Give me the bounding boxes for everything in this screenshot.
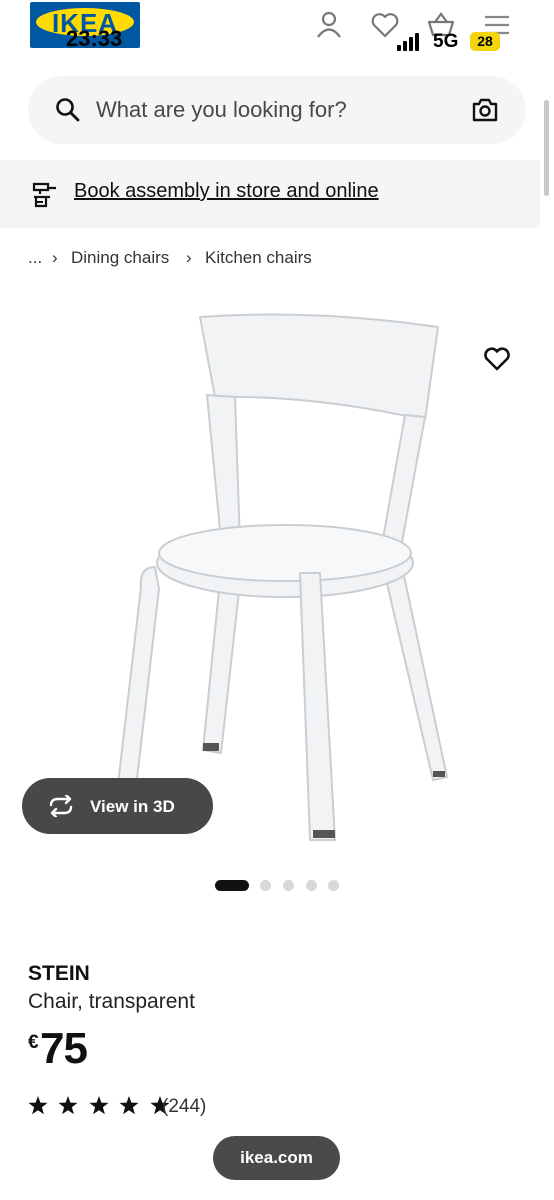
rating-stars[interactable]: [28, 1096, 176, 1120]
breadcrumb-chevron-icon: ›: [52, 248, 58, 267]
star-icon: [58, 1096, 78, 1115]
status-time: 23:33: [66, 26, 123, 51]
heart-icon[interactable]: [370, 10, 400, 40]
price-currency: €: [28, 1032, 39, 1053]
carousel-dot-3[interactable]: [283, 880, 294, 891]
signal-icon: [397, 33, 421, 51]
view-in-3d-label: View in 3D: [90, 797, 175, 816]
browser-url[interactable]: ikea.com: [213, 1148, 340, 1168]
star-icon: [119, 1096, 139, 1115]
user-icon[interactable]: [314, 10, 344, 40]
breadcrumb-kitchen-chairs[interactable]: Kitchen chairs: [205, 248, 312, 268]
star-icon: [89, 1096, 109, 1115]
review-count[interactable]: (244): [162, 1096, 206, 1118]
carousel-dot-4[interactable]: [306, 880, 317, 891]
assembly-banner-link[interactable]: Book assembly in store and online: [74, 180, 379, 203]
breadcrumb-dining-chairs[interactable]: Dining chairs: [71, 248, 169, 268]
carousel-dot-1[interactable]: [215, 880, 249, 891]
carousel-dot-2[interactable]: [260, 880, 271, 891]
rotate-3d-icon: [49, 795, 73, 817]
product-image[interactable]: [95, 305, 465, 850]
carousel-dot-5[interactable]: [328, 880, 339, 891]
camera-icon[interactable]: [471, 97, 499, 123]
breadcrumb-ellipsis[interactable]: ...: [28, 248, 42, 268]
scrollbar[interactable]: [544, 100, 549, 196]
search-icon[interactable]: [55, 97, 81, 123]
battery-badge: 28: [470, 32, 500, 51]
product-name: STEIN: [28, 962, 90, 985]
assembly-tool-icon: [32, 182, 56, 208]
favorite-heart-icon[interactable]: [483, 346, 511, 372]
product-description: Chair, transparent: [28, 990, 195, 1013]
star-icon: [28, 1096, 48, 1115]
product-price: 75: [40, 1024, 88, 1073]
search-input[interactable]: What are you looking for?: [96, 97, 347, 123]
network-type: 5G: [433, 31, 459, 52]
breadcrumb-chevron-icon: ›: [186, 248, 192, 267]
